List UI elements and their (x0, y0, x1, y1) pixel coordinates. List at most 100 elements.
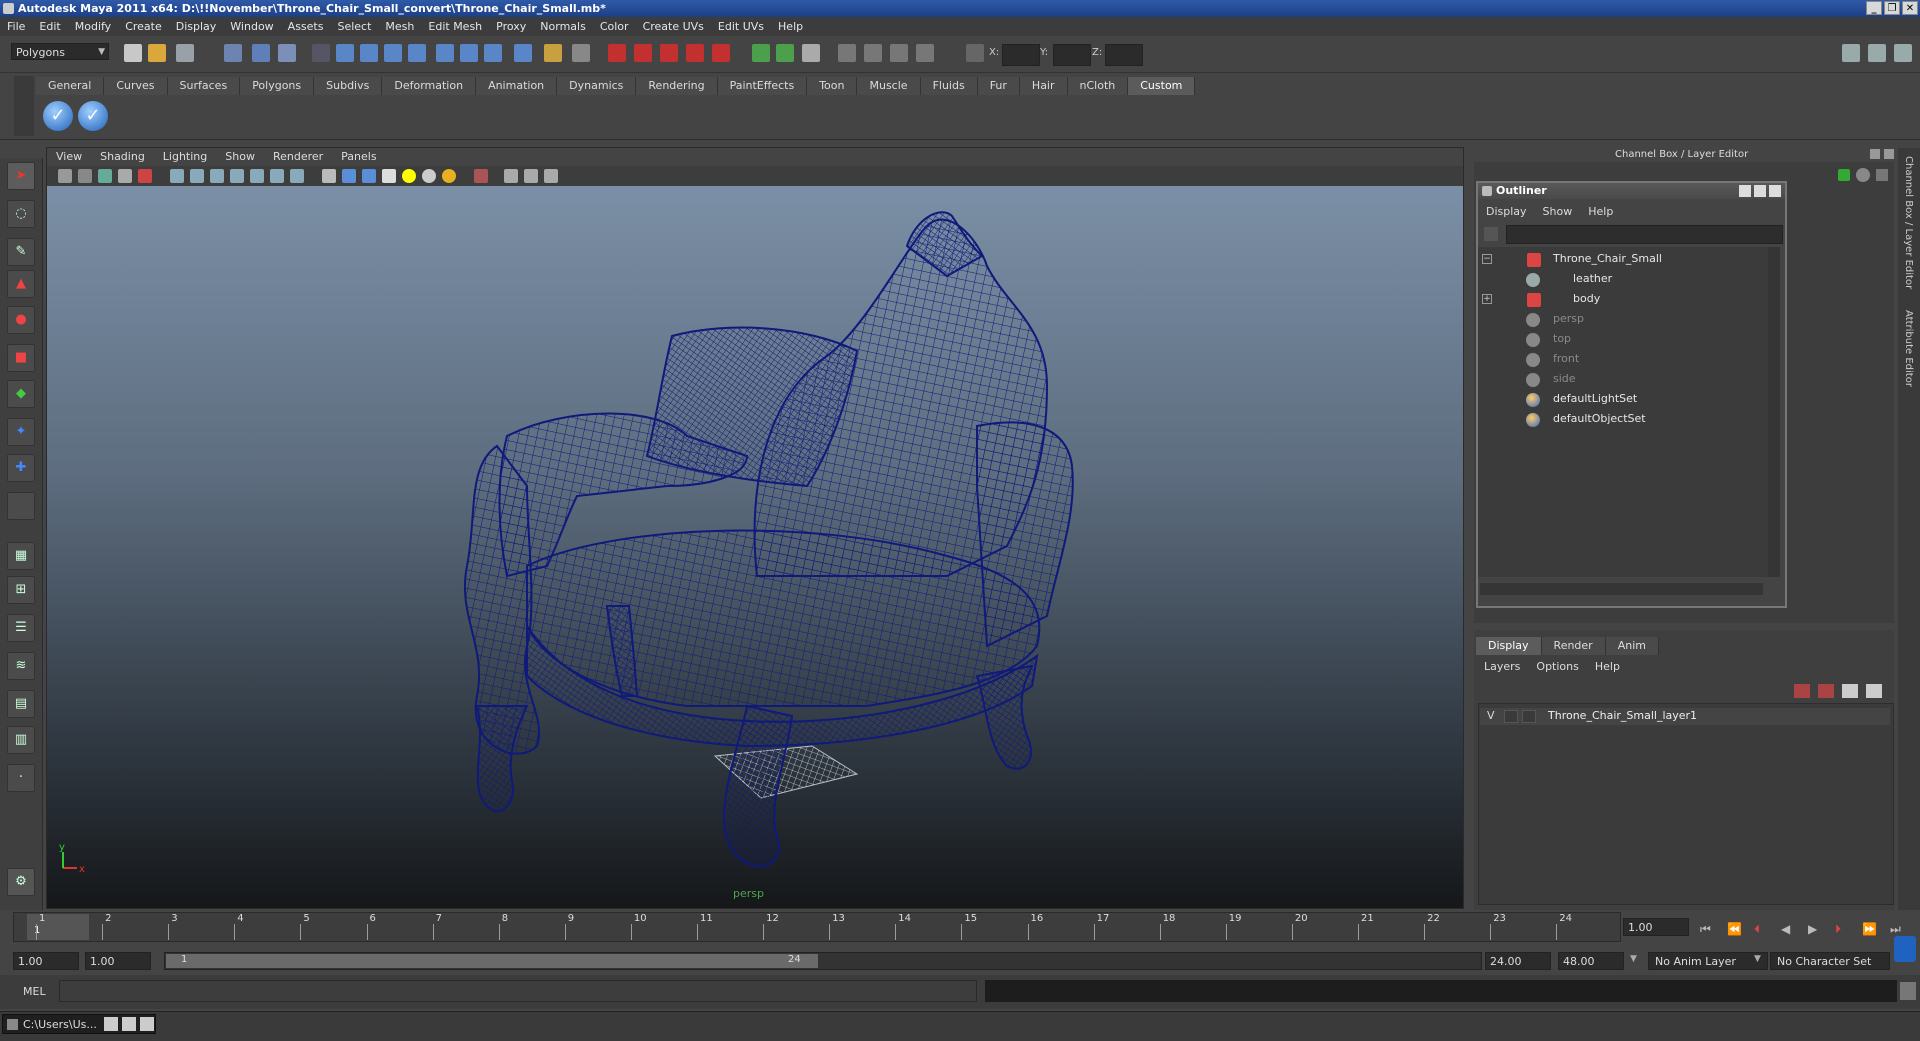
outliner-layout-icon[interactable]: ☰ (7, 614, 35, 642)
outliner-item-top[interactable]: top (1553, 331, 1571, 347)
help-question-icon[interactable] (514, 44, 532, 62)
select-tool-icon[interactable]: ➤ (7, 162, 35, 190)
shelf-tab-dynamics[interactable]: Dynamics (557, 77, 637, 95)
menu-edit-mesh[interactable]: Edit Mesh (421, 20, 489, 33)
light-icon[interactable] (890, 44, 908, 62)
outliner-vertical-scrollbar[interactable] (1768, 247, 1780, 577)
expand-icon[interactable]: + (1482, 294, 1492, 304)
shelf-tab-muscle[interactable]: Muscle (857, 77, 921, 95)
channel-box-toggle-icon[interactable] (1842, 44, 1860, 62)
layer-type-toggle[interactable] (1504, 710, 1518, 723)
view-icon[interactable] (916, 44, 934, 62)
render-icon[interactable] (608, 44, 626, 62)
snap-view-plane-icon[interactable] (408, 44, 426, 62)
collapse-icon[interactable]: − (1482, 254, 1492, 264)
shelf-scroll-icon[interactable] (1896, 76, 1910, 136)
z-input[interactable] (1105, 44, 1143, 66)
select-object-icon[interactable] (252, 44, 270, 62)
range-slider-handle[interactable] (166, 954, 818, 968)
field-chart-icon[interactable] (250, 169, 264, 183)
wireframe-icon[interactable] (322, 169, 336, 183)
custom-tool-icon[interactable]: ⚙ (7, 868, 35, 896)
channel-key-icon[interactable] (1838, 169, 1850, 181)
menu-help[interactable]: Help (771, 20, 810, 33)
soft-mod-icon[interactable]: ✦ (7, 418, 35, 446)
menu-color[interactable]: Color (593, 20, 636, 33)
shelf-tab-fur[interactable]: Fur (977, 77, 1020, 95)
chevron-down-icon[interactable]: ▼ (1630, 954, 1637, 964)
menu-edit-uvs[interactable]: Edit UVs (711, 20, 771, 33)
gate-mask-icon[interactable] (230, 169, 244, 183)
xray-components-icon[interactable] (544, 169, 558, 183)
menu-create[interactable]: Create (118, 20, 169, 33)
grid-icon[interactable] (170, 169, 184, 183)
single-view-layout-icon[interactable]: ▦ (7, 542, 35, 570)
outliner-item-persp[interactable]: persp (1553, 311, 1584, 327)
panel-menu-panels[interactable]: Panels (332, 148, 385, 166)
hypershade-layout-icon[interactable]: ▤ (7, 690, 35, 718)
float-panel-icon[interactable] (1870, 149, 1880, 159)
auto-key-icon[interactable] (1894, 936, 1916, 962)
playback-start-field[interactable]: 1.00 (85, 952, 151, 970)
perspective-viewport[interactable]: y x (47, 186, 1463, 908)
character-set-select[interactable]: No Character Set (1770, 952, 1890, 970)
menu-file[interactable]: File (0, 20, 32, 33)
menu-normals[interactable]: Normals (533, 20, 593, 33)
select-by-name-icon[interactable] (572, 44, 590, 62)
show-icon[interactable] (864, 44, 882, 62)
lasso-tool-icon[interactable]: ◌ (7, 200, 35, 228)
open-scene-icon[interactable] (148, 44, 166, 62)
menu-assets[interactable]: Assets (281, 20, 331, 33)
outliner-item-throne-chair-small[interactable]: Throne_Chair_Small (1553, 251, 1662, 267)
menu-window[interactable]: Window (223, 20, 280, 33)
time-slider[interactable] (13, 912, 1621, 942)
play-backwards-icon[interactable]: ◀ (1781, 922, 1790, 936)
shelf-tab-animation[interactable]: Animation (476, 77, 558, 95)
shelf-tab-custom[interactable]: Custom (1128, 77, 1196, 95)
restore-icon[interactable] (104, 1017, 118, 1031)
close-icon[interactable] (1769, 185, 1781, 197)
move-down-layer-icon[interactable] (1866, 684, 1882, 698)
outliner-horizontal-scrollbar[interactable] (1480, 583, 1763, 595)
play-forwards-icon[interactable]: ▶ (1808, 922, 1817, 936)
two-d-pan-icon[interactable] (138, 169, 152, 183)
wireframe-on-shaded-icon[interactable] (362, 169, 376, 183)
minimize-icon[interactable]: _ (1866, 1, 1882, 15)
menu-set-select[interactable]: Polygons ▼ (11, 43, 109, 60)
history-icon[interactable] (460, 44, 478, 62)
layer-tab-display[interactable]: Display (1476, 637, 1542, 655)
shelf-tab-toon[interactable]: Toon (807, 77, 858, 95)
close-icon[interactable] (140, 1017, 154, 1031)
menu-modify[interactable]: Modify (68, 20, 118, 33)
channel-options-icon[interactable] (1856, 168, 1870, 182)
ipr-render-icon[interactable] (634, 44, 652, 62)
snap-grid-icon[interactable] (336, 44, 354, 62)
layer-color-swatch[interactable] (1522, 710, 1536, 723)
tool-settings-toggle-icon[interactable] (1894, 44, 1912, 62)
rename-icon[interactable] (802, 44, 820, 62)
make-live-icon[interactable] (436, 44, 454, 62)
menu-mesh[interactable]: Mesh (378, 20, 421, 33)
snap-curve-icon[interactable] (360, 44, 378, 62)
scale-tool-icon[interactable]: ■ (7, 344, 35, 372)
select-component-icon[interactable] (278, 44, 296, 62)
use-default-lighting-icon[interactable] (402, 169, 416, 183)
outliner-menu-display[interactable]: Display (1478, 203, 1535, 221)
lock-icon[interactable] (544, 44, 562, 62)
outliner-menu-help[interactable]: Help (1580, 203, 1621, 221)
render-view-icon[interactable] (712, 44, 730, 62)
attribute-editor-side-tab[interactable]: Attribute Editor (1903, 310, 1914, 387)
film-gate-icon[interactable] (190, 169, 204, 183)
textured-icon[interactable] (382, 169, 396, 183)
shelf-tab-subdivs[interactable]: Subdivs (314, 77, 383, 95)
outliner-item-default-light-set[interactable]: defaultLightSet (1553, 391, 1637, 407)
menu-proxy[interactable]: Proxy (489, 20, 533, 33)
checkmark-icon[interactable]: ✓ (43, 101, 73, 131)
x-input[interactable] (1002, 44, 1040, 66)
panel-menu-shading[interactable]: Shading (91, 148, 154, 166)
script-editor-icon[interactable] (1900, 982, 1916, 1000)
command-input[interactable] (59, 980, 977, 1002)
layer-menu-options[interactable]: Options (1528, 658, 1586, 676)
empty-tool-slot[interactable] (7, 492, 35, 520)
xray-joints-icon[interactable] (524, 169, 538, 183)
